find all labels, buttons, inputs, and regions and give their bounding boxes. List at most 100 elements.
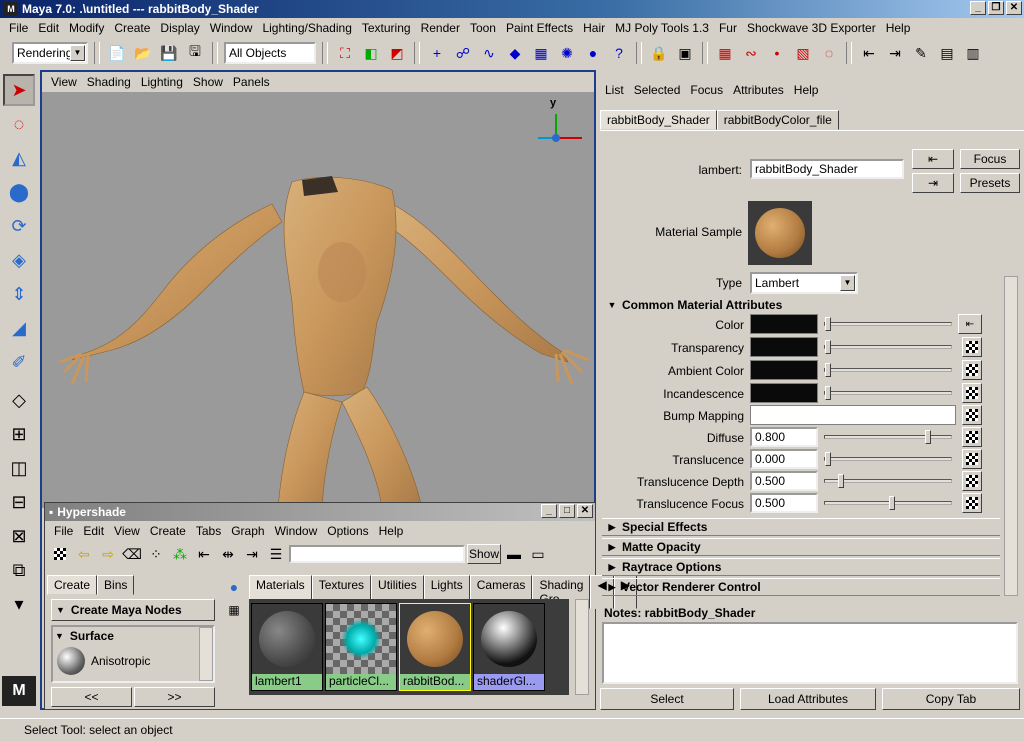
ambient-swatch[interactable] xyxy=(750,360,818,380)
hs-menu-options[interactable]: Options xyxy=(322,524,373,538)
menu-hair[interactable]: Hair xyxy=(578,21,610,35)
restore-button[interactable]: ❐ xyxy=(988,1,1004,15)
swatch-rabbit-body[interactable]: rabbitBod... xyxy=(399,603,471,691)
attr-menu-attributes[interactable]: Attributes xyxy=(728,83,789,97)
handles-icon[interactable]: + xyxy=(426,42,448,64)
grid-icon[interactable]: ▦ xyxy=(228,603,239,617)
graph-network-icon[interactable]: ⁂ xyxy=(169,543,191,565)
output-connections-button[interactable]: ⇥ xyxy=(912,173,954,193)
section-vector-renderer[interactable]: ▶ Vector Renderer Control xyxy=(602,578,1000,596)
ambient-map-button[interactable] xyxy=(962,360,982,380)
hs-menu-help[interactable]: Help xyxy=(374,524,409,538)
menu-shockwave-exporter[interactable]: Shockwave 3D Exporter xyxy=(742,21,881,35)
hs-menu-edit[interactable]: Edit xyxy=(78,524,109,538)
scroll-left-button[interactable]: << xyxy=(51,687,132,707)
translucence-focus-map-button[interactable] xyxy=(962,493,982,513)
menu-help[interactable]: Help xyxy=(881,21,916,35)
attr-menu-focus[interactable]: Focus xyxy=(685,83,728,97)
manipulator-tool-icon[interactable]: ⇕ xyxy=(3,278,35,310)
presets-button[interactable]: Presets xyxy=(960,173,1020,193)
section-special-effects[interactable]: ▶ Special Effects xyxy=(602,518,1000,536)
miscellaneous-icon[interactable]: ? xyxy=(608,42,630,64)
incandescence-slider[interactable] xyxy=(824,386,952,400)
tab-rabbit-body-shader[interactable]: rabbitBody_Shader xyxy=(600,110,717,130)
hypershade-search-field[interactable] xyxy=(289,545,465,563)
hypershade-layout-icon[interactable]: ⊠ xyxy=(3,520,35,552)
diffuse-slider[interactable] xyxy=(824,430,952,444)
minimize-button[interactable]: _ xyxy=(970,1,986,15)
dynamics-icon[interactable]: ✺ xyxy=(556,42,578,64)
tab-bins[interactable]: Bins xyxy=(97,575,135,595)
menu-create[interactable]: Create xyxy=(109,21,155,35)
construction-history-icon[interactable]: ✎ xyxy=(910,42,932,64)
menu-file[interactable]: File xyxy=(4,21,33,35)
viewport-menu-shading[interactable]: Shading xyxy=(82,75,136,89)
swatch-shader-glow[interactable]: shaderGl... xyxy=(473,603,545,691)
snap-point-icon[interactable]: • xyxy=(766,42,788,64)
paint-select-tool-icon[interactable]: ◭ xyxy=(3,142,35,174)
surface-category[interactable]: ▼ Surface xyxy=(53,627,213,645)
menu-toon[interactable]: Toon xyxy=(465,21,501,35)
hs-menu-tabs[interactable]: Tabs xyxy=(191,524,226,538)
attr-menu-help[interactable]: Help xyxy=(789,83,824,97)
close-button[interactable]: ✕ xyxy=(1006,1,1022,15)
slider-knob[interactable] xyxy=(825,363,831,377)
rotate-tool-icon[interactable]: ⟳ xyxy=(3,210,35,242)
section-raytrace-options[interactable]: ▶ Raytrace Options xyxy=(602,558,1000,576)
lasso-tool-icon[interactable]: ◌ xyxy=(3,108,35,140)
hs-menu-create[interactable]: Create xyxy=(145,524,191,538)
save-as-icon[interactable]: 🖫 xyxy=(184,42,206,64)
output-graph-icon[interactable]: ⇥ xyxy=(241,543,263,565)
type-dropdown[interactable]: Lambert ▼ xyxy=(750,272,858,294)
menu-texturing[interactable]: Texturing xyxy=(357,21,416,35)
menuset-dropdown[interactable]: Rendering ▼ xyxy=(12,42,88,64)
snap-curve-icon[interactable]: ∾ xyxy=(740,42,762,64)
open-scene-icon[interactable]: 📂 xyxy=(132,42,154,64)
color-swatch[interactable] xyxy=(750,314,818,334)
four-pane-layout-icon[interactable]: ⊞ xyxy=(3,418,35,450)
slider-knob[interactable] xyxy=(825,452,831,466)
copy-tab-button[interactable]: Copy Tab xyxy=(882,688,1020,710)
last-used-tool-icon[interactable]: ✐ xyxy=(3,346,35,378)
snap-grid-icon[interactable]: ▦ xyxy=(714,42,736,64)
selection-mask-dropdown[interactable]: All Objects xyxy=(224,42,316,64)
render-view-icon[interactable]: ▤ xyxy=(936,42,958,64)
snap-view-plane-icon[interactable]: ▧ xyxy=(792,42,814,64)
hs-menu-graph[interactable]: Graph xyxy=(226,524,269,538)
menu-render[interactable]: Render xyxy=(416,21,465,35)
select-button[interactable]: Select xyxy=(600,688,734,710)
deformations-icon[interactable]: ▦ xyxy=(530,42,552,64)
viewport-menu-view[interactable]: View xyxy=(46,75,82,89)
layout-options-icon[interactable]: ▾ xyxy=(3,588,35,620)
incandescence-map-button[interactable] xyxy=(962,383,982,403)
input-connections-button[interactable]: ⇤ xyxy=(912,149,954,169)
select-object-icon[interactable]: ◧ xyxy=(360,42,382,64)
attr-menu-list[interactable]: List xyxy=(600,83,629,97)
curves-icon[interactable]: ∿ xyxy=(478,42,500,64)
move-tool-icon[interactable]: ⬤ xyxy=(3,176,35,208)
diffuse-field[interactable]: 0.800 xyxy=(750,427,818,447)
bump-mapping-field[interactable] xyxy=(750,405,956,425)
input-connections-icon[interactable]: ⇤ xyxy=(858,42,880,64)
hs-menu-window[interactable]: Window xyxy=(270,524,323,538)
output-connections-icon[interactable]: ⇥ xyxy=(884,42,906,64)
select-tool-icon[interactable]: ➤ xyxy=(3,74,35,106)
lock-icon[interactable]: 🔒 xyxy=(648,42,670,64)
rendering-icon[interactable]: ● xyxy=(582,42,604,64)
transparency-slider[interactable] xyxy=(824,340,952,354)
attr-menu-selected[interactable]: Selected xyxy=(629,83,686,97)
menu-fur[interactable]: Fur xyxy=(714,21,742,35)
make-live-icon[interactable]: ◌ xyxy=(818,42,840,64)
menu-modify[interactable]: Modify xyxy=(64,21,109,35)
checker-icon[interactable] xyxy=(49,543,71,565)
slider-knob[interactable] xyxy=(838,474,844,488)
hs-menu-file[interactable]: File xyxy=(49,524,78,538)
swatch-particle-cloud[interactable]: particleCl... xyxy=(325,603,397,691)
incandescence-swatch[interactable] xyxy=(750,383,818,403)
transparency-map-button[interactable] xyxy=(962,337,982,357)
show-button[interactable]: Show xyxy=(467,544,501,564)
translucence-depth-field[interactable]: 0.500 xyxy=(750,471,818,491)
swatch-scrollbar[interactable] xyxy=(575,599,589,695)
transparency-swatch[interactable] xyxy=(750,337,818,357)
persp-graph-layout-icon[interactable]: ⊟ xyxy=(3,486,35,518)
